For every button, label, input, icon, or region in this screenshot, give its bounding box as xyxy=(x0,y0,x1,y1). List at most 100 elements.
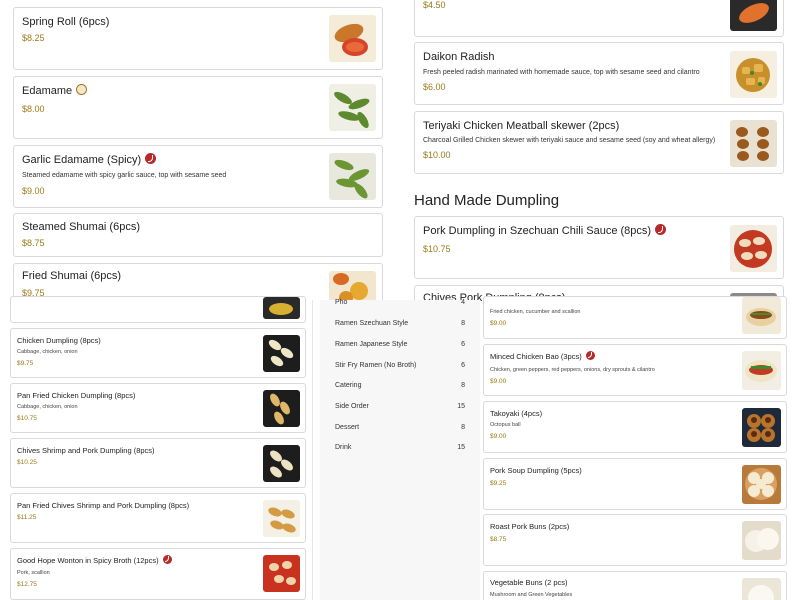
category-item-pho[interactable]: Pho 4 xyxy=(335,299,465,306)
item-price: $9.00 xyxy=(490,433,507,440)
item-name: Roast Pork Buns (2pcs) xyxy=(490,522,570,531)
menu-item-card[interactable]: Pan Fried Chicken Dumpling (8pcs) Cabbag… xyxy=(10,383,306,433)
menu-item-card[interactable]: Daikon Radish Fresh peeled radish marina… xyxy=(414,42,784,105)
category-item-stir-fry-ramen[interactable]: Stir Fry Ramen (No Broth) 6 xyxy=(335,362,465,369)
item-description: Fried chicken, cucumber and scallion xyxy=(490,309,581,315)
spicy-icon xyxy=(655,224,667,235)
menu-item-card[interactable]: Vegetable Buns (2 pcs) Mushroom and Gree… xyxy=(483,571,787,600)
item-price: $9.75 xyxy=(17,360,34,367)
item-description: Chicken, green peppers, red peppers, oni… xyxy=(490,367,655,373)
menu-item-card[interactable]: Fried chicken, cucumber and scallion $9.… xyxy=(483,296,787,339)
item-photo xyxy=(263,555,300,592)
item-description: Cabbage, chicken, onion xyxy=(17,349,78,355)
spicy-icon xyxy=(162,555,172,564)
category-item-side-order[interactable]: Side Order 15 xyxy=(335,403,465,410)
item-photo xyxy=(742,408,781,447)
item-description: Charcoal Grilled Chicken skewer with ter… xyxy=(423,137,716,144)
item-price: $6.00 xyxy=(423,82,446,92)
item-price: $10.75 xyxy=(423,244,451,254)
item-photo xyxy=(263,297,300,319)
category-item-ramen-szechuan[interactable]: Ramen Szechuan Style 8 xyxy=(335,320,465,327)
menu-item-card[interactable]: Garlic Edamame (Spicy) Steamed edamame w… xyxy=(13,145,383,208)
item-photo xyxy=(742,465,781,504)
item-photo xyxy=(730,225,777,272)
category-item-catering[interactable]: Catering 8 xyxy=(335,382,465,389)
menu-item-card[interactable]: Pork Soup Dumpling (5pcs) $9.25 xyxy=(483,458,787,510)
item-description: Fresh peeled radish marinated with homem… xyxy=(423,69,700,76)
item-price: $10.75 xyxy=(17,415,37,422)
menu-item-card[interactable]: $4.50 xyxy=(414,0,784,37)
item-name: Teriyaki Chicken Meatball skewer (2pcs) xyxy=(423,120,620,132)
item-name: Chives Shrimp and Pork Dumpling (8pcs) xyxy=(17,446,155,455)
item-name: Pan Fried Chives Shrimp and Pork Dumplin… xyxy=(17,501,190,510)
item-price: $9.00 xyxy=(22,186,45,196)
item-description: Steamed edamame with spicy garlic sauce,… xyxy=(22,172,227,179)
item-description: Pork, scallion xyxy=(17,570,50,576)
item-photo xyxy=(742,521,781,560)
item-name: Takoyaki (4pcs) xyxy=(490,409,543,418)
item-name: Fried Shumai (6pcs) xyxy=(22,270,122,282)
item-price: $8.25 xyxy=(22,33,45,43)
menu-item-card[interactable]: Pork Dumpling in Szechuan Chili Sauce (8… xyxy=(414,216,784,279)
menu-item-card[interactable]: Minced Chicken Bao (3pcs) Chicken, green… xyxy=(483,344,787,396)
item-name: Minced Chicken Bao (3pcs) xyxy=(490,351,595,361)
menu-item-card[interactable]: Pan Fried Chives Shrimp and Pork Dumplin… xyxy=(10,493,306,543)
item-name: Pan Fried Chicken Dumpling (8pcs) xyxy=(17,391,136,400)
item-photo xyxy=(742,297,781,334)
item-name: Chicken Dumpling (8pcs) xyxy=(17,336,101,345)
menu-item-card[interactable]: Steamed Shumai (6pcs) $8.75 xyxy=(13,213,383,257)
item-name: Daikon Radish xyxy=(423,51,495,63)
item-price: $9.00 xyxy=(490,378,507,385)
column-divider xyxy=(312,300,313,600)
category-item-ramen-japanese[interactable]: Ramen Japanese Style 6 xyxy=(335,341,465,348)
item-photo xyxy=(730,51,777,98)
item-photo xyxy=(329,84,376,131)
item-name: Pork Soup Dumpling (5pcs) xyxy=(490,466,582,475)
item-photo xyxy=(730,0,777,31)
item-description: Mushroom and Green Vegetables xyxy=(490,592,573,598)
category-item-drink[interactable]: Drink 15 xyxy=(335,444,465,451)
menu-item-card[interactable]: Edamame $8.00 xyxy=(13,76,383,139)
item-photo xyxy=(263,500,300,537)
item-photo xyxy=(263,390,300,427)
item-price: $12.75 xyxy=(17,581,37,588)
item-price: $8.75 xyxy=(22,238,45,248)
item-price: $10.25 xyxy=(17,459,37,466)
item-description: Cabbage, chicken, onion xyxy=(17,404,78,410)
menu-item-card[interactable]: Roast Pork Buns (2pcs) $8.75 xyxy=(483,514,787,566)
menu-item-card[interactable]: Chicken Dumpling (8pcs) Cabbage, chicken… xyxy=(10,328,306,378)
spicy-icon xyxy=(585,351,595,360)
item-photo xyxy=(329,15,376,62)
item-price: $9.00 xyxy=(490,320,507,327)
item-name: Vegetable Buns (2 pcs) xyxy=(490,578,568,587)
item-name: Edamame xyxy=(22,84,88,97)
item-name: Pork Dumpling in Szechuan Chili Sauce (8… xyxy=(423,224,667,237)
menu-item-card[interactable]: Chives Shrimp and Pork Dumpling (8pcs) $… xyxy=(10,438,306,488)
item-price: $11.25 xyxy=(17,514,37,521)
item-photo xyxy=(263,335,300,372)
item-price: $9.25 xyxy=(490,480,507,487)
item-name: Garlic Edamame (Spicy) xyxy=(22,153,157,166)
item-photo xyxy=(329,153,376,200)
vegetarian-icon xyxy=(76,84,88,95)
menu-item-card[interactable] xyxy=(10,296,306,323)
item-price: $10.00 xyxy=(423,150,451,160)
item-photo xyxy=(730,120,777,167)
item-price: $8.00 xyxy=(22,104,45,114)
item-name: Steamed Shumai (6pcs) xyxy=(22,221,140,233)
menu-item-card[interactable]: Takoyaki (4pcs) Octopus ball $9.00 xyxy=(483,401,787,453)
menu-item-card[interactable]: Spring Roll (6pcs) $8.25 xyxy=(13,7,383,70)
item-name: Good Hope Wonton in Spicy Broth (12pcs) xyxy=(17,555,172,565)
category-item-dessert[interactable]: Dessert 8 xyxy=(335,424,465,431)
item-photo xyxy=(742,351,781,390)
item-description: Octopus ball xyxy=(490,422,521,428)
menu-item-card[interactable]: Good Hope Wonton in Spicy Broth (12pcs) … xyxy=(10,548,306,600)
item-photo xyxy=(742,578,781,600)
spicy-icon xyxy=(145,153,157,164)
item-photo xyxy=(263,445,300,482)
item-name: Spring Roll (6pcs) xyxy=(22,16,110,28)
menu-item-card[interactable]: Teriyaki Chicken Meatball skewer (2pcs) … xyxy=(414,111,784,174)
section-title: Hand Made Dumpling xyxy=(414,192,560,209)
item-price: $8.75 xyxy=(490,536,507,543)
item-price: $4.50 xyxy=(423,0,446,10)
